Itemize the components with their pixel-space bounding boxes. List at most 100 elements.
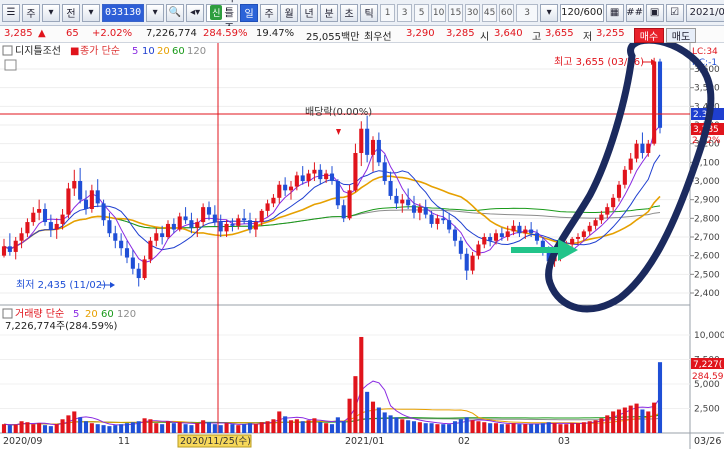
candle-body: [177, 216, 182, 230]
candle-body: [511, 225, 516, 232]
chart-type-select[interactable]: 주: [22, 3, 40, 22]
candle-body: [130, 257, 135, 269]
save-icon[interactable]: ▣: [645, 3, 664, 22]
candle-body: [312, 169, 317, 174]
candle-body: [370, 139, 376, 155]
candle-body: [25, 222, 30, 234]
volume-bar: [288, 420, 294, 433]
legend-ma60: 60: [172, 46, 185, 57]
stock-name-field[interactable]: 신 디지틀조선: [206, 0, 239, 49]
dropdown-arrow-icon[interactable]: ▾: [82, 3, 100, 22]
interval-45[interactable]: 45: [482, 3, 498, 22]
market-mode-select[interactable]: 전: [62, 3, 80, 22]
interval-15[interactable]: 15: [448, 3, 464, 22]
interval-1[interactable]: 1: [380, 3, 396, 22]
candle-body: [19, 233, 24, 241]
price-axis-label: 2,600: [694, 252, 720, 262]
volume-bar: [60, 419, 65, 433]
stock-chart[interactable]: 디지틀조선 ■ 종가 단순 5 10 20 60 120 거래량 단순 5 20…: [0, 43, 724, 449]
volume-bar: [306, 420, 311, 433]
legend-box-icon[interactable]: [2, 45, 13, 56]
volume-bar: [546, 422, 551, 433]
volume-bar: [19, 421, 24, 433]
candle-body: [429, 214, 434, 224]
search-icon[interactable]: 🔍: [166, 3, 185, 22]
candle-body: [101, 203, 106, 221]
volume-legend-box-icon[interactable]: [2, 308, 13, 319]
period-tab-week[interactable]: 주: [260, 3, 279, 22]
candle-body: [359, 128, 364, 153]
period-tab-month[interactable]: 월: [280, 3, 299, 22]
volume-bar: [347, 398, 352, 433]
volume-bar: [406, 420, 411, 433]
stock-code-input[interactable]: 033130: [102, 3, 145, 22]
candle-body: [31, 212, 36, 223]
buy-button[interactable]: 매수: [634, 28, 664, 43]
candle-body: [452, 229, 458, 241]
volume-bar: [31, 424, 36, 433]
interval-60[interactable]: 60: [499, 3, 515, 22]
interval-select[interactable]: 3: [516, 3, 539, 22]
volume-bar: [616, 409, 622, 433]
candle-body: [347, 190, 352, 219]
sell-button[interactable]: 매도: [666, 28, 696, 43]
candle-body: [534, 233, 540, 241]
volume-bar: [411, 421, 417, 433]
interval-3[interactable]: 3: [397, 3, 413, 22]
interval-dropdown-icon[interactable]: ▾: [540, 3, 559, 22]
period-tab-day[interactable]: 일: [240, 3, 259, 22]
lc-label: LC:34: [692, 47, 718, 57]
dropdown-arrow-icon[interactable]: ▾: [42, 3, 60, 22]
candle-body: [48, 222, 53, 230]
code-dropdown-icon[interactable]: ▾: [146, 3, 165, 22]
volume-bar: [95, 424, 100, 433]
panel-menu-icon[interactable]: [4, 59, 17, 71]
candle-body: [324, 173, 329, 180]
candle-body: [265, 203, 270, 211]
candle-body: [242, 218, 247, 221]
grid-icon[interactable]: ▦: [605, 3, 624, 22]
candle-body: [646, 143, 651, 153]
period-tab-tick[interactable]: 틱: [360, 3, 379, 22]
volume-bar: [42, 425, 48, 433]
candle-body: [148, 240, 153, 260]
volume-legend-ma20: 20: [85, 309, 98, 320]
bid-price: 3,285: [446, 28, 475, 39]
candle-body: [423, 207, 428, 215]
volume-bar: [83, 421, 89, 433]
candle-body: [107, 220, 112, 234]
volume-bar: [72, 411, 77, 433]
volume-bar: [417, 422, 422, 433]
volume-bar: [160, 424, 165, 433]
period-tab-year[interactable]: 년: [300, 3, 319, 22]
checkbox-icon[interactable]: ☑: [665, 3, 684, 22]
price-axis-label: 2,800: [694, 214, 720, 224]
interval-30[interactable]: 30: [465, 3, 481, 22]
period-tab-minute[interactable]: 분: [320, 3, 339, 22]
volume-bar: [271, 419, 276, 433]
candle-body: [388, 181, 393, 196]
interval-5[interactable]: 5: [414, 3, 430, 22]
volume-bar: [488, 423, 493, 433]
candle-body: [593, 220, 598, 226]
candle-body: [206, 207, 212, 215]
candle-body: [288, 186, 294, 191]
speaker-icon[interactable]: ◂▾: [186, 3, 205, 22]
hamburger-icon[interactable]: ☰: [2, 3, 20, 22]
date-field[interactable]: 2021/03/26: [685, 3, 724, 22]
volume-legend-label: 거래량 단순: [15, 308, 64, 320]
candle-body: [470, 255, 475, 271]
volume-bar: [575, 423, 581, 433]
candle-body: [611, 197, 616, 208]
candle-body: [458, 240, 463, 254]
period-tab-second[interactable]: 초: [340, 3, 359, 22]
volume-current-value: 7,227(: [693, 360, 722, 370]
volume-bar: [189, 425, 194, 433]
candle-body: [230, 223, 235, 226]
numbers-icon[interactable]: ##: [625, 3, 644, 22]
candle-body: [599, 214, 604, 221]
interval-10[interactable]: 10: [431, 3, 447, 22]
volume-bar: [130, 422, 135, 433]
data-count-field[interactable]: 120/600: [560, 3, 604, 22]
candle-body: [189, 220, 194, 228]
